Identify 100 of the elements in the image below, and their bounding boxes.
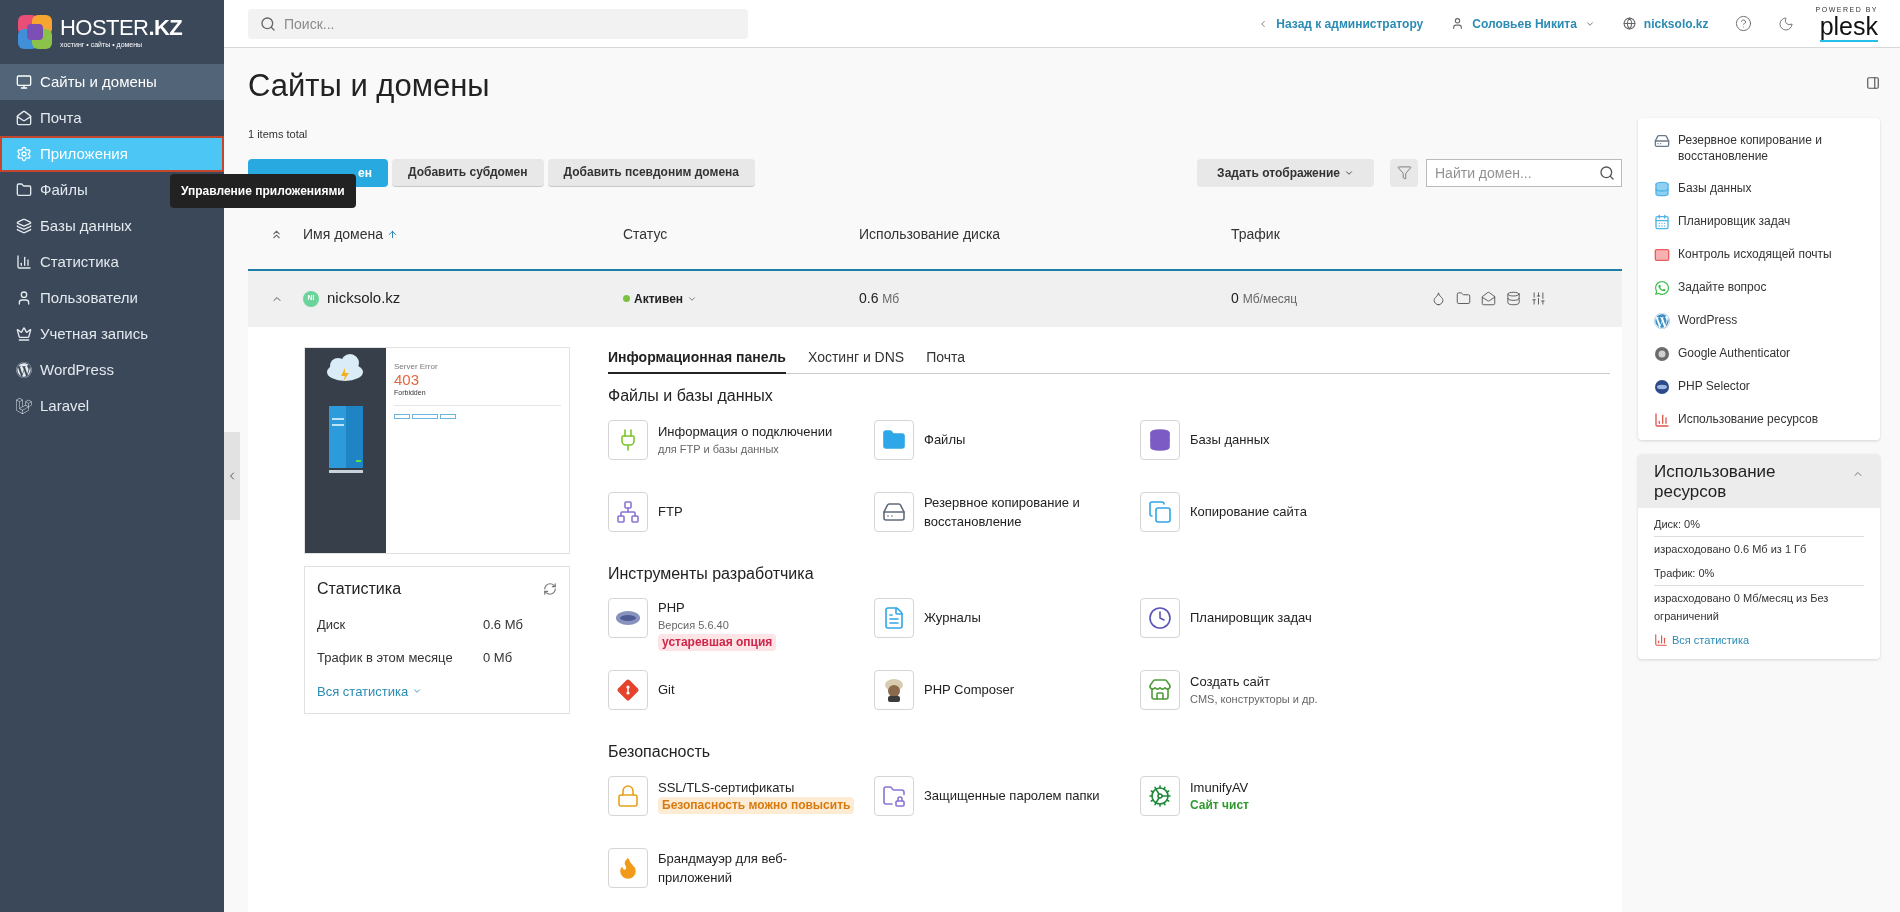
status-text[interactable]: Активен	[634, 289, 684, 308]
tool-link[interactable]: Базы данных	[1190, 430, 1390, 449]
column-header[interactable]: Трафик	[1231, 224, 1431, 245]
domain-link[interactable]: nicksolo.kz	[1622, 14, 1709, 33]
lock-icon	[616, 783, 640, 808]
column-header[interactable]: Статус	[623, 224, 859, 245]
domain-link[interactable]: nicksolo.kz	[327, 287, 401, 310]
column-header[interactable]: Имя домена	[303, 224, 623, 245]
search-field[interactable]: Поиск...	[248, 8, 748, 39]
plesk-logo[interactable]: plesk	[1819, 14, 1878, 42]
shortcut-label: Базы данных	[1678, 180, 1752, 196]
tool-tile[interactable]	[1140, 775, 1180, 816]
tool-tile[interactable]	[874, 491, 914, 532]
database-icon[interactable]	[1506, 291, 1521, 306]
sidebar-item[interactable]: Статистика	[0, 244, 224, 280]
globe-icon	[1654, 379, 1670, 395]
tool-tile[interactable]	[1140, 419, 1180, 460]
filter-button[interactable]	[1390, 158, 1418, 187]
sidebar-item[interactable]: Пользователи	[0, 280, 224, 316]
toolbar-button[interactable]: Добавить псевдоним домена	[547, 158, 755, 187]
calendar-icon	[1654, 214, 1670, 230]
folder-icon[interactable]	[1456, 291, 1471, 306]
shortcut-link[interactable]: WordPress	[1654, 312, 1864, 329]
tool-link[interactable]: Информация о подключении	[658, 421, 858, 441]
shortcut-label: PHP Selector	[1678, 378, 1750, 394]
section-title: Инструменты разработчика	[608, 563, 815, 584]
column-header[interactable]: Использование диска	[859, 224, 1231, 245]
shortcut-label: Контроль исходящей почты	[1678, 246, 1832, 262]
moon-icon[interactable]	[1777, 15, 1794, 32]
help-icon[interactable]	[1734, 15, 1752, 32]
tool-tile[interactable]	[1140, 597, 1180, 638]
tool-link[interactable]: FTP	[658, 502, 858, 521]
shortcut-link[interactable]: Использование ресурсов	[1654, 411, 1864, 428]
tool-tile[interactable]	[608, 847, 648, 888]
shortcut-link[interactable]: Планировщик задач	[1654, 213, 1864, 230]
refresh-icon[interactable]	[543, 581, 557, 596]
status-badge: Безопасность можно повысить	[658, 796, 855, 814]
bar-chart-icon	[1654, 412, 1670, 428]
clock-icon	[1148, 605, 1172, 630]
tool-tile[interactable]	[1140, 491, 1180, 532]
tool-tile[interactable]	[608, 491, 648, 532]
back-link[interactable]: Назад к администратору	[1258, 14, 1424, 33]
tab[interactable]: Почта	[926, 346, 966, 374]
tab[interactable]: Хостинг и DNS	[807, 346, 905, 374]
laravel-icon	[16, 398, 32, 414]
all-statistics-link[interactable]: Вся статистика	[317, 681, 557, 701]
sidebar-item[interactable]: Базы данных	[0, 208, 224, 244]
shortcut-link[interactable]: Задайте вопрос	[1654, 279, 1864, 296]
shortcut-link[interactable]: Контроль исходящей почты	[1654, 246, 1864, 263]
tool-link[interactable]: Создать сайт	[1190, 671, 1390, 691]
layers-icon	[16, 218, 32, 234]
tool-tile[interactable]	[608, 775, 648, 816]
tool-tile[interactable]	[874, 775, 914, 816]
resource-text: израсходовано 0.6 Мб из 1 Гб	[1654, 542, 1808, 557]
tool-link[interactable]: SSL/TLS-сертификаты	[658, 777, 858, 797]
sidebar-item[interactable]: Laravel	[0, 388, 224, 424]
shortcut-link[interactable]: Резервное копирование и восстановление	[1654, 132, 1864, 164]
tool-tile[interactable]	[1140, 669, 1180, 710]
all-statistics-link[interactable]: Вся статистика	[1654, 632, 1864, 649]
tool-tile[interactable]	[608, 597, 648, 638]
toolbar-button[interactable]: Добавить субдомен	[392, 158, 544, 187]
tool-link[interactable]: Брандмауэр для веб-приложений	[658, 848, 858, 887]
tool-link[interactable]: Защищенные паролем папки	[924, 786, 1124, 805]
tool-link[interactable]: Файлы	[924, 430, 1124, 449]
resource-text: Трафик: 0%	[1654, 561, 1864, 586]
collapse-all-icon[interactable]	[270, 228, 283, 241]
panel-toggle-icon[interactable]	[1866, 76, 1880, 90]
tool-tile[interactable]	[874, 669, 914, 710]
sidebar-item[interactable]: WordPress	[0, 352, 224, 388]
sliders-icon[interactable]	[1531, 291, 1546, 306]
shortcut-link[interactable]: Базы данных	[1654, 180, 1864, 197]
globe-icon	[1622, 17, 1636, 30]
user-menu[interactable]: Соловьев Никита	[1451, 14, 1595, 33]
droplet-icon[interactable]	[1431, 291, 1446, 306]
view-button[interactable]: Задать отображение	[1197, 158, 1374, 187]
folder-lock-icon	[882, 783, 906, 808]
sidebar-item[interactable]: Сайты и домены	[0, 64, 224, 100]
tab[interactable]: Информационная панель	[608, 346, 786, 374]
tool-link[interactable]: Журналы	[924, 608, 1124, 627]
tool-link[interactable]: Резервное копирование и восстановление	[924, 492, 1124, 531]
collapse-handle[interactable]	[224, 432, 240, 520]
tool-tile[interactable]	[874, 419, 914, 460]
tool-link[interactable]: Планировщик задач	[1190, 608, 1390, 627]
card-header[interactable]: Использование ресурсов	[1638, 454, 1880, 508]
tool-link[interactable]: Git	[658, 680, 858, 699]
sidebar-item[interactable]: Учетная запись	[0, 316, 224, 352]
tool-link[interactable]: PHP	[658, 597, 858, 617]
tool-link[interactable]: PHP Composer	[924, 680, 1124, 699]
tool-tile[interactable]	[608, 669, 648, 710]
tool-link[interactable]: ImunifyAV	[1190, 777, 1390, 797]
tool-link[interactable]: Копирование сайта	[1190, 502, 1390, 521]
sidebar-item[interactable]: Почта	[0, 100, 224, 136]
shortcut-link[interactable]: PHP Selector	[1654, 378, 1864, 395]
stat-value: 0.6 Мб	[483, 615, 523, 634]
tool-tile[interactable]	[874, 597, 914, 638]
preview-button-drawing	[412, 413, 438, 419]
shortcut-link[interactable]: Google Authenticator	[1654, 345, 1864, 362]
gear-icon	[16, 146, 32, 162]
domain-search-field[interactable]: Найти домен...	[1426, 158, 1622, 187]
tool-tile[interactable]	[608, 419, 648, 460]
